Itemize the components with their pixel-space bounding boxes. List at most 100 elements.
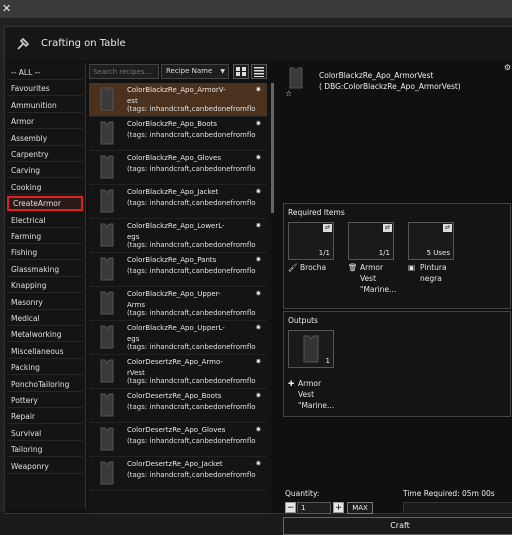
recipe-tags: (tags: inhandcraft,canbedonefromflo <box>127 471 256 479</box>
swap-icon[interactable]: ⇄ <box>383 224 392 232</box>
recipe-row[interactable]: ColorDesertzRe_Apo_Jacket (tags: inhandcr… <box>89 457 267 491</box>
recipe-tags: (tags: inhandcraft,canbedonefromflo <box>127 343 256 351</box>
recipe-detail: ColorBlackzRe_Apo_ArmorVest ( DBG:ColorB… <box>275 61 512 535</box>
recipe-list: ColorBlackzRe_Apo_ArmorV- est (tags: inha… <box>89 83 271 513</box>
recipe-row[interactable]: ColorBlackzRe_Apo_Pants (tags: inhandcraf… <box>89 253 267 287</box>
category-item[interactable]: Armor <box>7 114 83 130</box>
trash-icon: 🗑 <box>348 263 358 272</box>
recipe-tags: (tags: inhandcraft,canbedonefromflo <box>127 437 256 445</box>
recipe-list-scrollbar[interactable] <box>271 83 274 213</box>
required-item-count: 1/1 <box>318 249 330 257</box>
category-item[interactable]: Fishing <box>7 245 83 261</box>
category-item[interactable]: Survival <box>7 426 83 441</box>
category-item[interactable]: Glassmaking <box>7 262 83 277</box>
swap-icon[interactable]: ⇄ <box>323 224 332 232</box>
recipe-star-icon[interactable]: ✷ <box>255 255 262 264</box>
window-title: Crafting on Table <box>41 38 126 49</box>
recipe-star-icon[interactable]: ✷ <box>255 221 262 230</box>
category-item[interactable]: Ammunition <box>7 98 83 113</box>
category-item[interactable]: PonchoTailoring <box>7 377 83 392</box>
close-icon[interactable]: ✕ <box>2 2 11 15</box>
window-header: Crafting on Table <box>5 27 512 61</box>
recipe-row[interactable]: ColorBlackzRe_Apo_Gloves (tags: inhandcra… <box>89 151 267 185</box>
recipe-tags: (tags: inhandcraft,canbedonefromflo <box>127 377 256 385</box>
recipe-star-icon[interactable]: ✷ <box>255 289 262 298</box>
category-item[interactable]: Miscellaneous <box>7 344 83 359</box>
settings-icon[interactable]: ⚙ <box>504 63 511 72</box>
recipe-star-icon[interactable]: ✷ <box>255 153 262 162</box>
chevron-down-icon: ▼ <box>220 68 225 75</box>
outputs-title: Outputs <box>288 316 318 325</box>
recipe-star-icon[interactable]: ✷ <box>255 119 262 128</box>
category-item[interactable]: Knapping <box>7 278 83 294</box>
recipe-row[interactable]: ColorBlackzRe_Apo_Upper- Arms (tags: inha… <box>89 287 267 321</box>
favorite-star-icon[interactable]: ☆ <box>285 89 292 98</box>
recipe-row[interactable]: ColorDesertzRe_Apo_Boots (tags: inhandcra… <box>89 389 267 423</box>
armor-vest-icon <box>283 65 309 91</box>
output-icon: ✚ <box>288 379 295 388</box>
craft-button[interactable]: Craft <box>283 517 512 535</box>
category-item[interactable]: Favourites <box>7 81 83 97</box>
swap-icon[interactable]: ⇄ <box>443 224 452 232</box>
crafting-window: Crafting on Table -- ALL -- Favourites Amm… <box>4 26 512 535</box>
required-items-title: Required Items <box>288 208 345 217</box>
recipe-star-icon[interactable]: ✷ <box>255 85 262 94</box>
recipe-name: ColorBlackzRe_Apo_Gloves <box>127 154 222 162</box>
category-item[interactable]: Medical <box>7 311 83 326</box>
recipe-row[interactable]: ColorDesertzRe_Apo_Armo- rVest (tags: inh… <box>89 355 267 389</box>
sort-select-value: Recipe Name <box>166 67 213 75</box>
sort-select[interactable]: Recipe Name ▼ <box>161 64 229 79</box>
required-item-slot[interactable]: ⇄ 1/1 <box>288 222 334 260</box>
category-item[interactable]: -- ALL -- <box>7 65 83 80</box>
category-item[interactable]: Packing <box>7 360 83 376</box>
recipe-star-icon[interactable]: ✷ <box>255 357 262 366</box>
required-item-slot[interactable]: ⇄ 1/1 <box>348 222 394 260</box>
quantity-max-button[interactable]: MAX <box>347 502 373 514</box>
list-view-button[interactable] <box>251 64 267 79</box>
recipe-name: ColorBlackzRe_Apo_LowerL- egs <box>127 222 225 241</box>
recipe-star-icon[interactable]: ✷ <box>255 187 262 196</box>
paint-can-icon: ▣ <box>408 263 416 272</box>
recipe-name: ColorBlackzRe_Apo_Upper- Arms <box>127 290 221 309</box>
category-item[interactable]: Carving <box>7 163 83 179</box>
category-item[interactable]: Carpentry <box>7 147 83 162</box>
category-item[interactable]: Cooking <box>7 180 83 195</box>
recipe-row[interactable]: ColorBlackzRe_Apo_LowerL- egs (tags: inha… <box>89 219 267 253</box>
recipe-star-icon[interactable]: ✷ <box>255 323 262 332</box>
required-item-label: Armor Vest "Marine... <box>360 263 397 294</box>
recipe-tags: (tags: inhandcraft,canbedonefromflo <box>127 309 256 317</box>
quantity-minus-button[interactable]: − <box>285 502 296 513</box>
recipe-thumbnail <box>93 460 121 486</box>
search-input[interactable] <box>89 64 159 79</box>
category-item[interactable]: Tailoring <box>7 442 83 458</box>
category-item[interactable]: Electrical <box>7 213 83 228</box>
recipe-row[interactable]: ColorBlackzRe_Apo_Boots (tags: inhandcraf… <box>89 117 267 151</box>
category-item[interactable]: CreateArmor <box>7 196 83 212</box>
output-slot[interactable]: 1 <box>288 330 334 368</box>
category-item[interactable]: Masonry <box>7 295 83 310</box>
category-item[interactable]: Assembly <box>7 131 83 146</box>
recipe-star-icon[interactable]: ✷ <box>255 391 262 400</box>
category-item[interactable]: Metalworking <box>7 327 83 343</box>
quantity-input[interactable]: 1 <box>297 502 331 514</box>
brush-icon: 🖌 <box>288 263 298 272</box>
output-count: 1 <box>325 357 330 365</box>
required-item-count: 5 Uses <box>426 249 450 257</box>
recipe-row[interactable]: ColorBlackzRe_Apo_ArmorV- est (tags: inha… <box>89 83 267 117</box>
category-item[interactable]: Weaponry <box>7 459 83 474</box>
grid-view-button[interactable] <box>233 64 249 79</box>
recipe-name: ColorDesertzRe_Apo_Armo- rVest <box>127 358 223 377</box>
category-item[interactable]: Repair <box>7 409 83 425</box>
category-item[interactable]: Pottery <box>7 393 83 408</box>
craft-progress-bar <box>403 502 512 514</box>
recipe-thumbnail <box>93 392 121 418</box>
recipe-star-icon[interactable]: ✷ <box>255 425 262 434</box>
recipe-row[interactable]: ColorBlackzRe_Apo_UpperL- egs (tags: inha… <box>89 321 267 355</box>
recipe-tags: (tags: inhandcraft,canbedonefromflo <box>127 403 256 411</box>
recipe-row[interactable]: ColorDesertzRe_Apo_Gloves (tags: inhandcr… <box>89 423 267 457</box>
recipe-row[interactable]: ColorBlackzRe_Apo_Jacket (tags: inhandcra… <box>89 185 267 219</box>
quantity-plus-button[interactable]: + <box>333 502 344 513</box>
recipe-star-icon[interactable]: ✷ <box>255 459 262 468</box>
required-item-slot[interactable]: ⇄ 5 Uses <box>408 222 454 260</box>
category-item[interactable]: Farming <box>7 229 83 244</box>
